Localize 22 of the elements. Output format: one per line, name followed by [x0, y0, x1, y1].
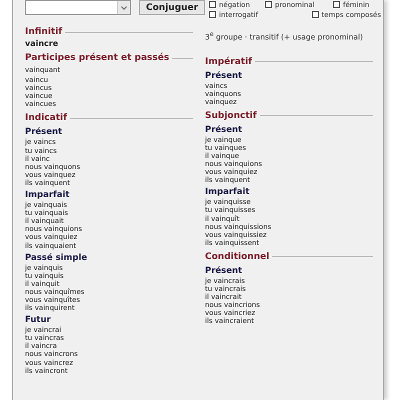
section-title: Conditionnel — [205, 250, 270, 263]
checkbox[interactable] — [209, 1, 216, 8]
tense-heading: Imparfait — [205, 186, 250, 198]
tense-heading: Présent — [205, 124, 244, 136]
tense-heading: Présent — [205, 70, 244, 82]
tense-heading: Présent — [205, 264, 244, 277]
tense-heading: Futur — [25, 314, 52, 326]
verb-combo-field[interactable] — [25, 0, 131, 15]
section-title: Infinitif — [25, 26, 62, 38]
conjugate-button[interactable]: Conjuguer — [139, 0, 206, 15]
checkbox[interactable] — [265, 1, 272, 8]
infinitive-verb: vaincre — [25, 39, 60, 48]
checkbox[interactable] — [333, 1, 340, 8]
checkbox[interactable] — [312, 11, 319, 18]
section-title: Impératif — [205, 56, 252, 68]
section-title: Indicatif — [25, 112, 67, 124]
section-title: Subjonctif — [205, 110, 257, 122]
section-title: Participes présent et passés — [25, 52, 170, 64]
tense-heading: Passé simple — [25, 252, 88, 264]
tense-heading: Imparfait — [25, 189, 70, 202]
tense-heading: Présent — [25, 126, 64, 138]
checkbox[interactable] — [209, 11, 216, 18]
